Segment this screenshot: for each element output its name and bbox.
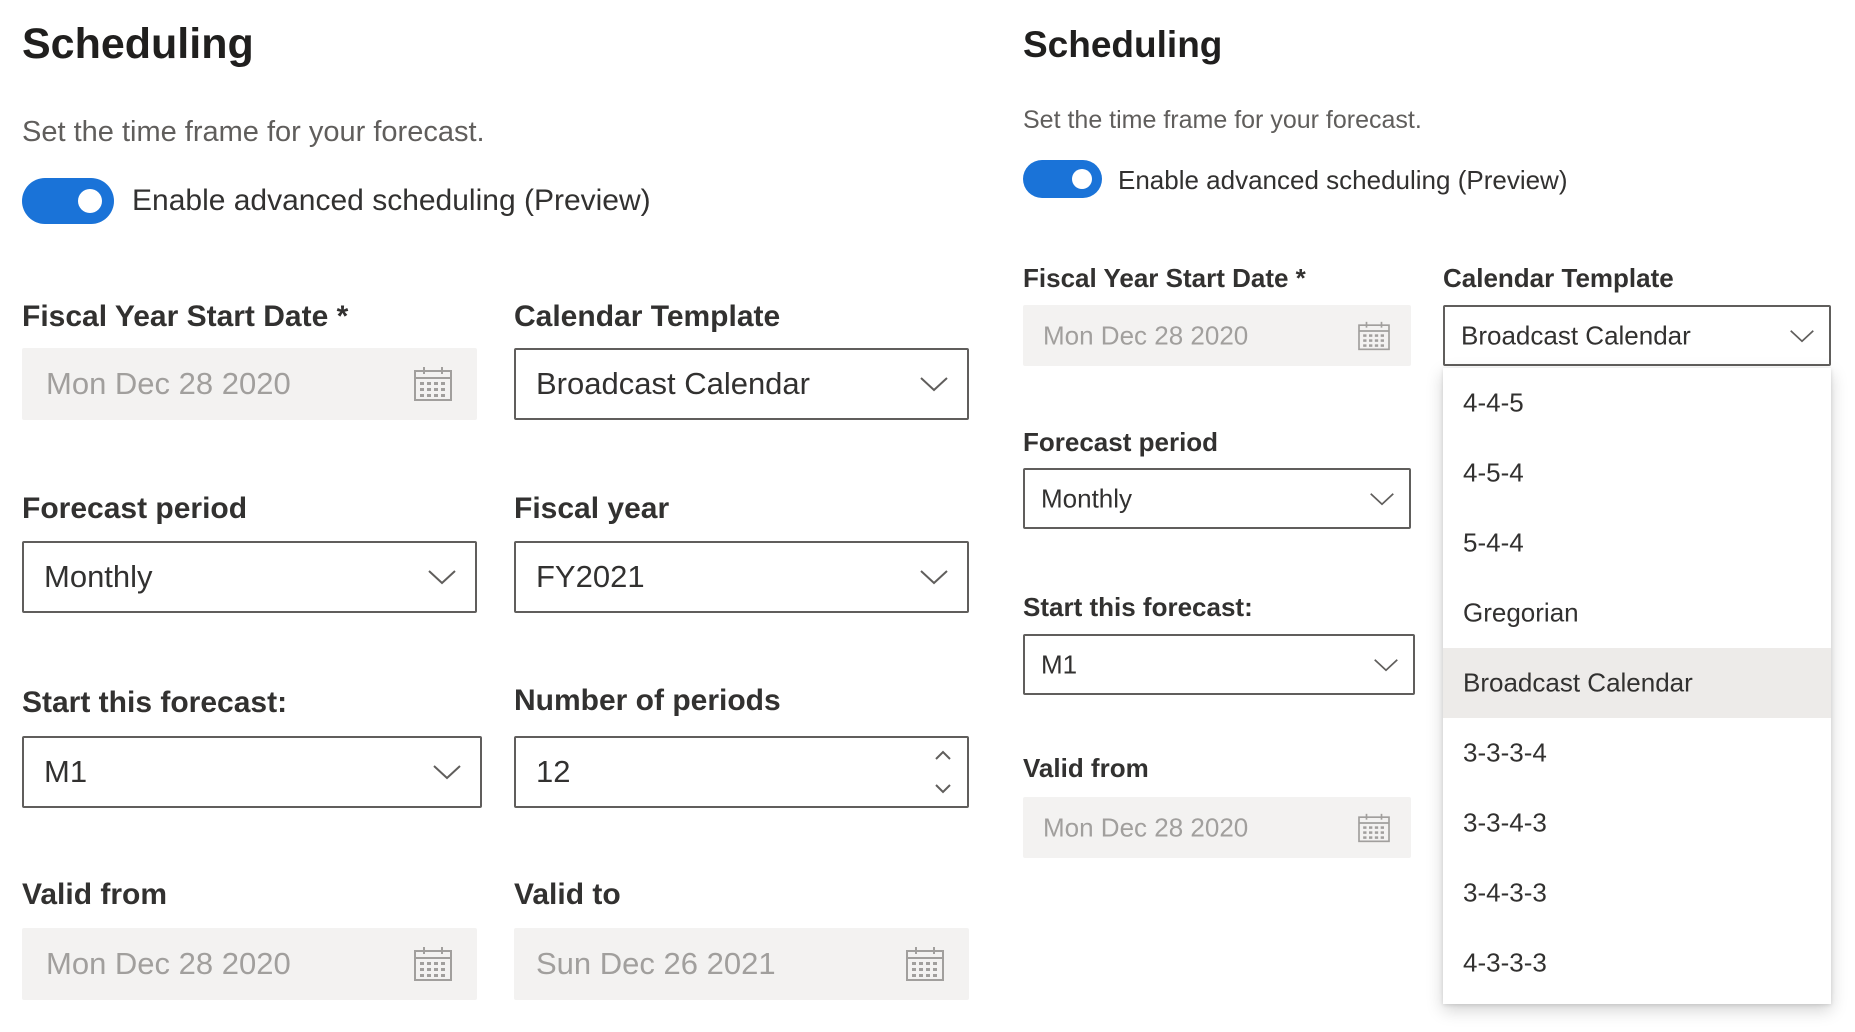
calendar-icon[interactable] [1357,321,1391,351]
chevron-down-icon [920,377,948,392]
fiscal-start-date-field[interactable]: Mon Dec 28 2020 [1023,305,1411,366]
chevron-down-icon[interactable] [933,782,953,796]
valid-from-value: Mon Dec 28 2020 [46,946,291,981]
fiscal-start-label: Fiscal Year Start Date * [22,300,349,333]
dropdown-option[interactable]: Gregorian [1443,578,1831,648]
calendar-template-value: Broadcast Calendar [536,366,810,401]
forecast-period-dropdown[interactable]: Monthly [1023,468,1411,529]
fiscal-start-date-field[interactable]: Mon Dec 28 2020 [22,348,477,420]
dropdown-option[interactable]: 5-4-4 [1443,508,1831,578]
toggle-knob [1072,169,1092,189]
chevron-down-icon [428,570,456,585]
calendar-template-label: Calendar Template [1443,263,1674,293]
dropdown-option-selected[interactable]: Broadcast Calendar [1443,648,1831,718]
forecast-period-label: Forecast period [22,492,248,525]
dropdown-option-label: Gregorian [1463,597,1579,628]
valid-to-field[interactable]: Sun Dec 26 2021 [514,928,969,1000]
page-title: Scheduling [22,20,254,68]
start-forecast-label: Start this forecast: [1023,592,1253,622]
chevron-down-icon [1790,329,1814,342]
start-forecast-label: Start this forecast: [22,686,288,719]
dropdown-option-label: 4-4-5 [1463,387,1524,418]
page-title: Scheduling [1023,24,1223,65]
dropdown-option[interactable]: 4-4-5 [1443,368,1831,438]
fiscal-year-dropdown[interactable]: FY2021 [514,541,969,613]
number-of-periods-stepper[interactable]: 12 [514,736,969,808]
calendar-icon[interactable] [413,946,453,982]
valid-from-field[interactable]: Mon Dec 28 2020 [22,928,477,1000]
number-of-periods-label: Number of periods [514,684,781,717]
scheduling-panel-right: Scheduling Set the time frame for your f… [1020,0,1855,1032]
dropdown-option[interactable]: 4-5-4 [1443,438,1831,508]
dropdown-option-label: 4-5-4 [1463,457,1524,488]
start-forecast-dropdown[interactable]: M1 [22,736,482,808]
dropdown-option-label: Broadcast Calendar [1463,667,1693,698]
fiscal-year-value: FY2021 [536,559,645,594]
calendar-icon[interactable] [1357,813,1391,843]
forecast-period-label: Forecast period [1023,427,1219,457]
dropdown-option-label: 5-4-4 [1463,527,1524,558]
chevron-down-icon [1374,658,1398,671]
advanced-scheduling-toggle[interactable] [1023,160,1102,198]
valid-from-field[interactable]: Mon Dec 28 2020 [1023,797,1411,858]
calendar-template-options-list: 4-4-5 4-5-4 5-4-4 Gregorian Broadcast Ca… [1443,368,1831,1004]
toggle-knob [78,189,102,213]
forecast-period-value: Monthly [1041,483,1133,513]
dropdown-option[interactable]: 3-4-3-3 [1443,858,1831,928]
start-forecast-dropdown[interactable]: M1 [1023,634,1415,695]
dropdown-option-label: 3-3-3-4 [1463,737,1547,768]
number-of-periods-value: 12 [536,754,571,789]
calendar-template-value: Broadcast Calendar [1461,320,1691,350]
page-subtitle: Set the time frame for your forecast. [1023,106,1422,134]
calendar-template-dropdown[interactable]: Broadcast Calendar [514,348,969,420]
valid-to-label: Valid to [514,878,621,911]
toggle-label: Enable advanced scheduling (Preview) [1118,165,1568,195]
dropdown-option[interactable]: 4-3-3-3 [1443,928,1831,998]
start-forecast-value: M1 [44,754,88,789]
dropdown-option[interactable]: 3-3-4-3 [1443,788,1831,858]
advanced-scheduling-toggle[interactable] [22,178,114,224]
valid-from-label: Valid from [1023,753,1149,783]
calendar-template-label: Calendar Template [514,300,781,333]
forecast-period-dropdown[interactable]: Monthly [22,541,477,613]
start-forecast-value: M1 [1041,649,1078,679]
chevron-up-icon[interactable] [933,748,953,762]
fiscal-start-value: Mon Dec 28 2020 [46,366,291,401]
dropdown-option-label: 4-3-3-3 [1463,947,1547,978]
toggle-label: Enable advanced scheduling (Preview) [132,184,651,217]
calendar-template-dropdown[interactable]: Broadcast Calendar [1443,305,1831,366]
fiscal-year-label: Fiscal year [514,492,670,525]
dropdown-option[interactable]: 3-3-3-4 [1443,718,1831,788]
calendar-icon[interactable] [905,946,945,982]
dropdown-option-label: 3-3-4-3 [1463,807,1547,838]
chevron-down-icon [1370,492,1394,505]
scheduling-panel-left: Scheduling Set the time frame for your f… [0,0,990,1032]
dropdown-option-label: 3-4-3-3 [1463,877,1547,908]
valid-from-value: Mon Dec 28 2020 [1043,812,1249,842]
chevron-down-icon [433,765,461,780]
calendar-icon[interactable] [413,366,453,402]
fiscal-start-value: Mon Dec 28 2020 [1043,320,1249,350]
forecast-period-value: Monthly [44,559,153,594]
valid-to-value: Sun Dec 26 2021 [536,946,776,981]
valid-from-label: Valid from [22,878,168,911]
fiscal-start-label: Fiscal Year Start Date * [1023,263,1306,293]
page-subtitle: Set the time frame for your forecast. [22,116,485,148]
chevron-down-icon [920,570,948,585]
